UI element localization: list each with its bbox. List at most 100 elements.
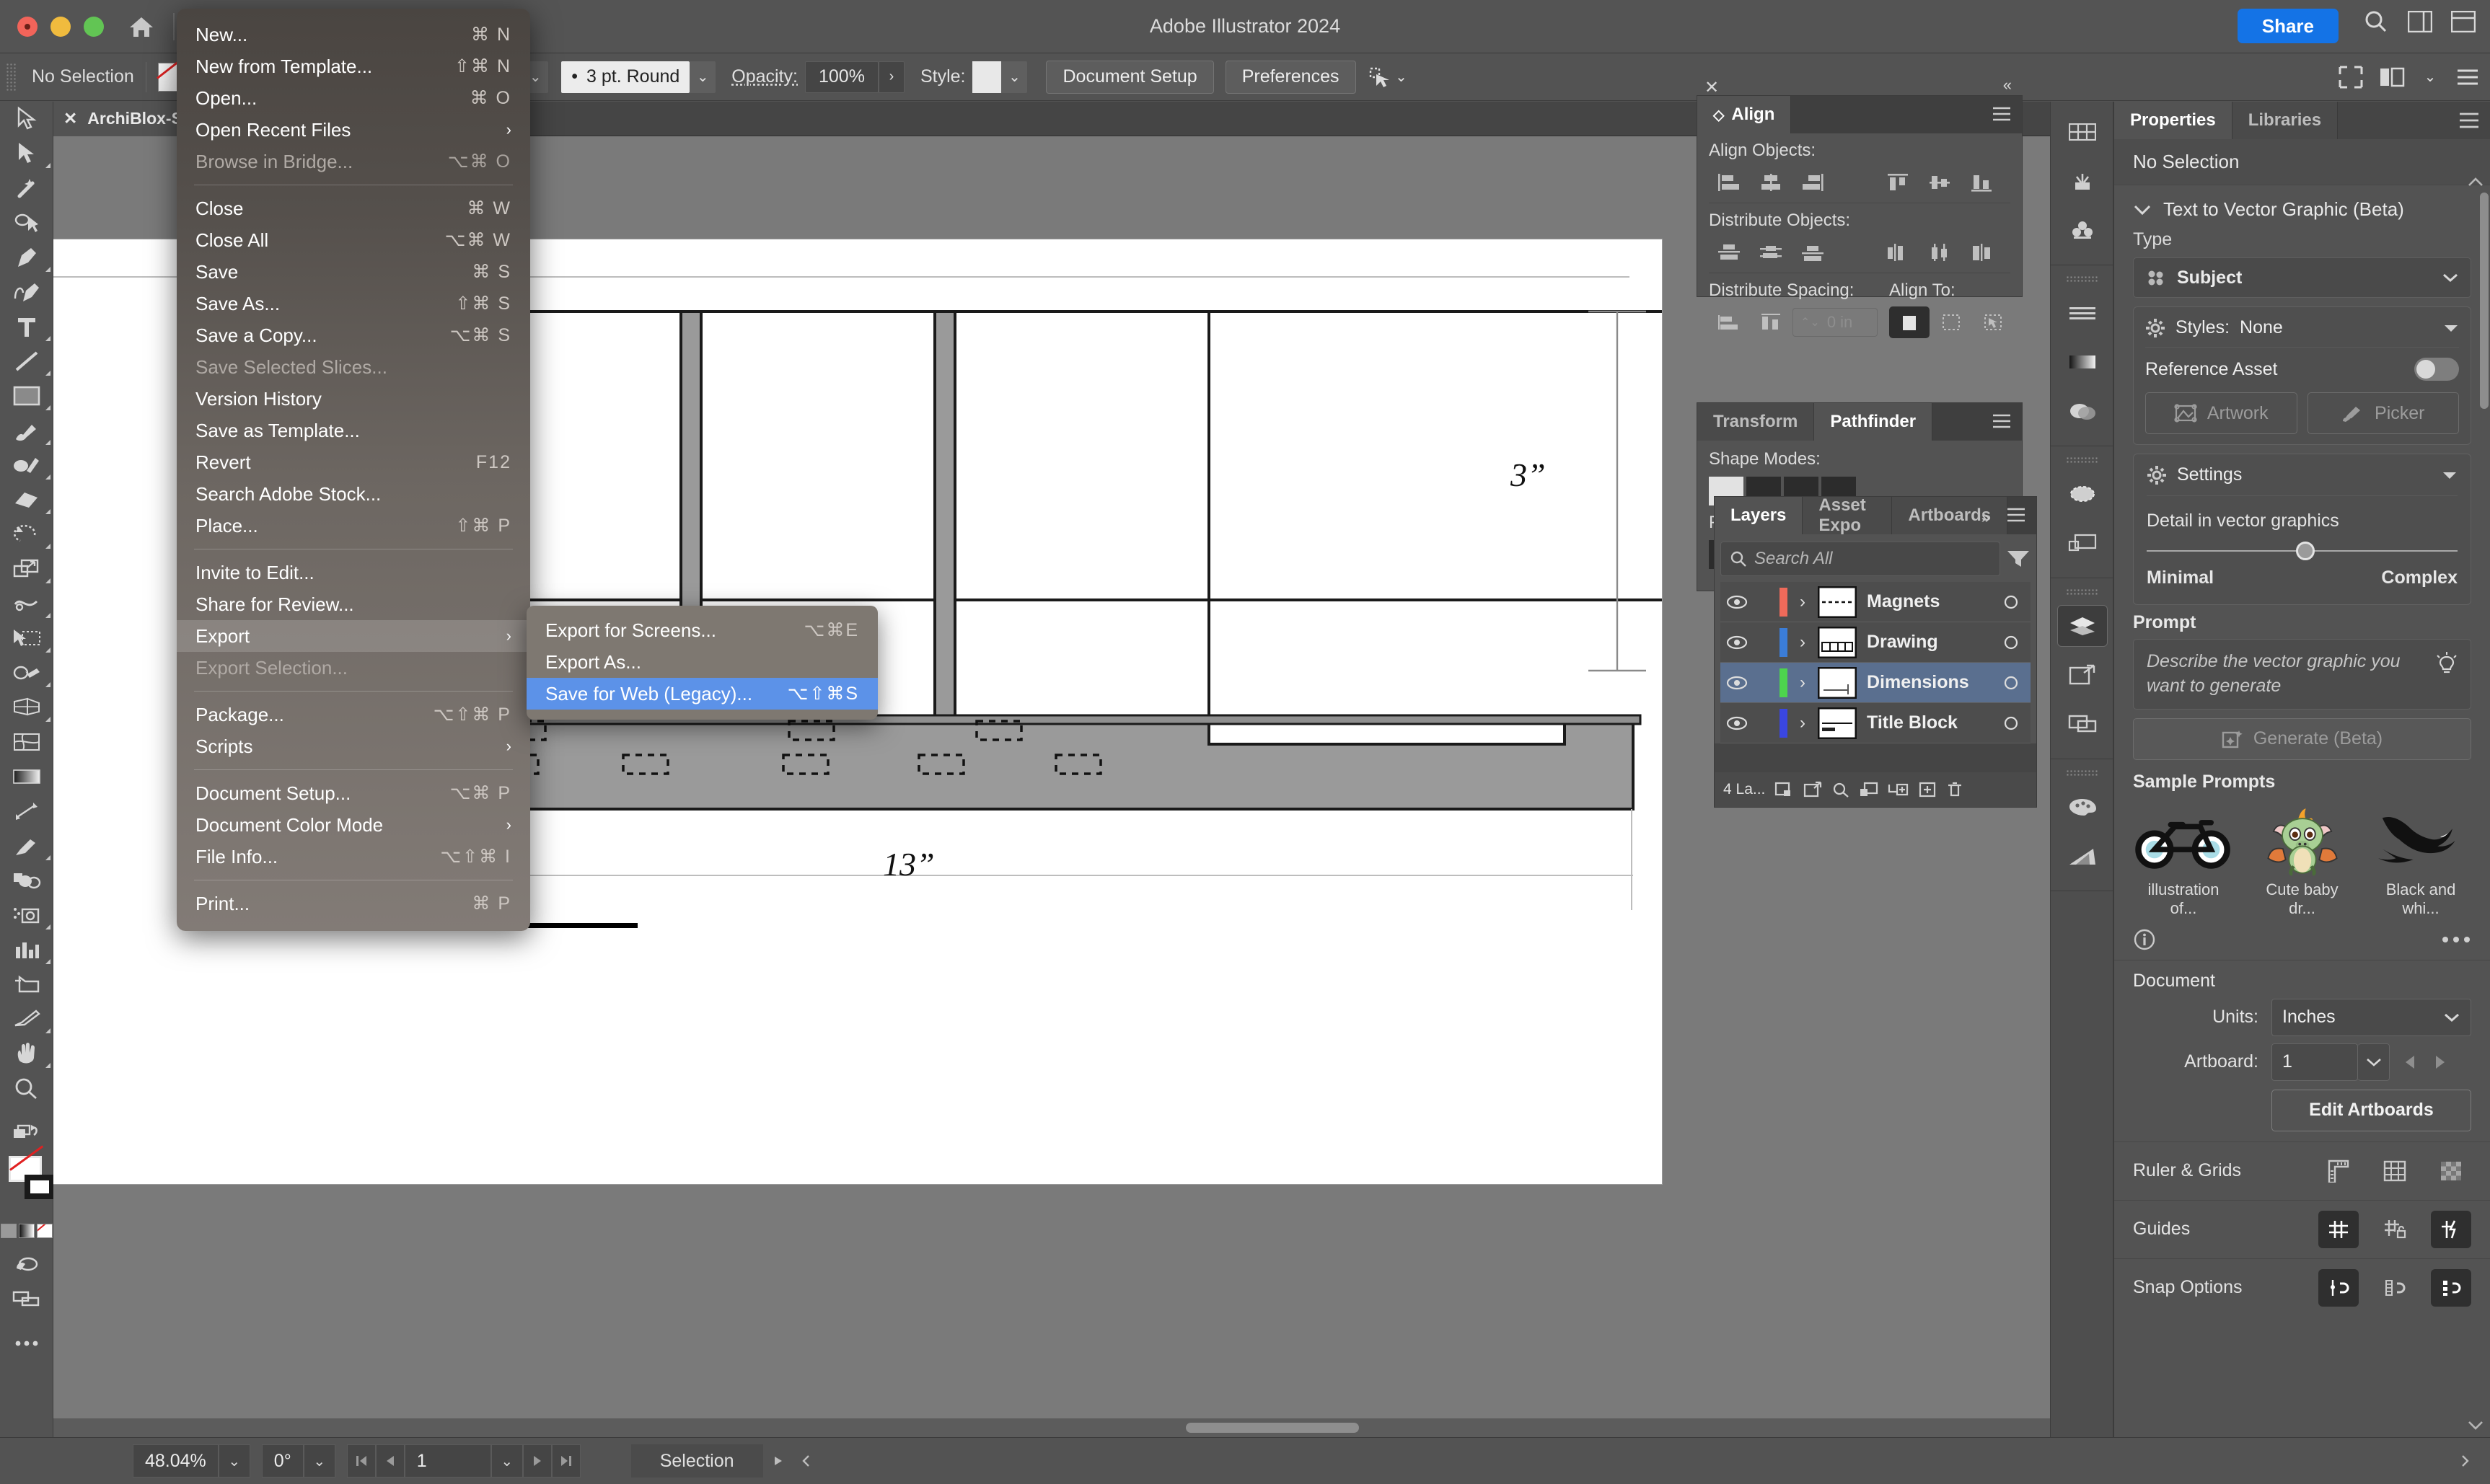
layer-row[interactable]: › Title Block	[1720, 703, 2031, 743]
tool-type[interactable]	[0, 309, 53, 344]
menu-item-revert[interactable]: Revert F12	[177, 446, 530, 478]
menu-item-open[interactable]: Open... ⌘ O	[177, 82, 530, 114]
generate-button[interactable]: Generate (Beta)	[2133, 717, 2471, 760]
export-submenu[interactable]: Export for Screens... ⌥⌘E Export As... Save…	[527, 606, 878, 720]
tool-blob-brush[interactable]	[0, 863, 53, 898]
artboard-dropdown[interactable]: ⌄	[490, 1444, 523, 1478]
opacity-flyout[interactable]: ›	[878, 61, 905, 93]
previous-artboard-button[interactable]	[375, 1444, 405, 1478]
snap-to-glyph-icon[interactable]	[2431, 1268, 2471, 1307]
release-icon[interactable]	[1803, 781, 1823, 798]
layer-target-icon[interactable]	[1992, 675, 2031, 691]
distribute-left-button[interactable]	[1878, 237, 1918, 268]
menu-item-document-setup[interactable]: Document Setup... ⌥⌘ P	[177, 777, 530, 809]
close-icon[interactable]: ✕	[63, 109, 77, 128]
filter-icon[interactable]	[2006, 548, 2031, 570]
distribute-vertical-center-button[interactable]	[1751, 237, 1791, 268]
menu-item-close-all[interactable]: Close All ⌥⌘ W	[177, 224, 530, 256]
fill-stroke-controls[interactable]	[0, 1150, 55, 1219]
color-mode-swatches[interactable]	[0, 1219, 53, 1238]
style-dropdown[interactable]: ⌄	[1001, 61, 1028, 93]
distribute-right-button[interactable]	[1961, 237, 2002, 268]
properties-panel-menu-icon[interactable]	[2458, 112, 2480, 129]
stroke-color-swatch[interactable]	[25, 1175, 55, 1199]
menu-item-file-info[interactable]: File Info... ⌥⇧⌘ I	[177, 841, 530, 873]
submenu-item-save-for-web-legacy[interactable]: Save for Web (Legacy)... ⌥⇧⌘S	[527, 678, 878, 710]
status-expand-icon[interactable]	[2457, 1454, 2473, 1468]
asset-export-panel-icon[interactable]	[2051, 650, 2114, 699]
maximize-window-button[interactable]	[84, 16, 104, 37]
tool-eraser[interactable]	[0, 482, 53, 517]
tool-pen[interactable]	[0, 240, 53, 275]
control-bar-grip[interactable]	[6, 62, 16, 92]
arrange-icon[interactable]	[2379, 66, 2405, 89]
menu-item-invite-to-edit[interactable]: Invite to Edit...	[177, 557, 530, 588]
tool-blend[interactable]	[0, 794, 53, 829]
align-to-key-object-button[interactable]	[1973, 306, 2013, 338]
tool-lasso[interactable]	[0, 206, 53, 240]
scroll-up-icon[interactable]	[2467, 177, 2484, 188]
layer-expand-icon[interactable]: ›	[1787, 632, 1818, 653]
type-select[interactable]: Subject	[2133, 257, 2471, 298]
first-artboard-button[interactable]	[346, 1444, 376, 1478]
layers-panel-icon[interactable]	[2051, 601, 2114, 650]
caret-down-icon[interactable]	[2442, 470, 2458, 480]
sample-prompt-item[interactable]: illustration of...	[2133, 801, 2234, 918]
tool-width[interactable]	[0, 586, 53, 621]
more-options-icon[interactable]	[2441, 935, 2471, 944]
align-bottom-button[interactable]	[1961, 167, 2002, 198]
tab-transform[interactable]: Transform	[1697, 403, 1815, 441]
layers-panel-menu-icon[interactable]	[2006, 507, 2026, 523]
layers-panel-overflow-icon[interactable]: »	[1981, 508, 1990, 527]
layer-visibility-icon[interactable]	[1720, 676, 1754, 690]
tab-asset-export[interactable]: Asset Expo	[1803, 497, 1893, 534]
graphic-styles-panel-icon[interactable]	[2051, 518, 2114, 567]
menu-item-share-for-review[interactable]: Share for Review...	[177, 588, 530, 620]
settings-row[interactable]: Settings	[2147, 464, 2458, 485]
screen-mode-icon[interactable]	[2339, 66, 2363, 89]
artwork-button[interactable]: Artwork	[2145, 392, 2297, 434]
last-artboard-button[interactable]	[551, 1444, 581, 1478]
align-panel-close-icon[interactable]: ✕	[1704, 77, 1719, 98]
tab-artboards[interactable]: Artboards	[1892, 497, 2008, 534]
preferences-button[interactable]: Preferences	[1225, 60, 1356, 94]
sample-prompt-item[interactable]: Black and whi...	[2370, 801, 2471, 918]
text-to-vector-section-header[interactable]: Text to Vector Graphic (Beta)	[2114, 185, 2490, 225]
show-grid-icon[interactable]	[2375, 1152, 2415, 1190]
align-left-button[interactable]	[1709, 167, 1749, 198]
tool-magic-wand[interactable]	[0, 171, 53, 206]
rotation-dropdown[interactable]: ⌄	[303, 1444, 335, 1478]
document-setup-button[interactable]: Document Setup	[1046, 60, 1214, 94]
menu-item-package[interactable]: Package... ⌥⇧⌘ P	[177, 699, 530, 730]
align-top-button[interactable]	[1878, 167, 1918, 198]
menu-item-new-from-template[interactable]: New from Template... ⇧⌘ N	[177, 50, 530, 82]
tool-zoom[interactable]	[0, 1071, 53, 1105]
caret-down-icon[interactable]	[2443, 323, 2459, 333]
collect-in-new-layer-icon[interactable]	[1888, 781, 1909, 798]
menu-item-save-as[interactable]: Save As... ⇧⌘ S	[177, 288, 530, 319]
menu-item-save-as-template[interactable]: Save as Template...	[177, 415, 530, 446]
detail-slider[interactable]	[2147, 540, 2458, 562]
next-artboard-button[interactable]	[2432, 1054, 2447, 1070]
reference-asset-toggle[interactable]	[2414, 358, 2459, 381]
locate-object-icon[interactable]	[1831, 781, 1850, 798]
menu-item-new[interactable]: New... ⌘ N	[177, 19, 530, 50]
menu-item-save-a-copy[interactable]: Save a Copy... ⌥⌘ S	[177, 319, 530, 351]
stroke-panel-icon[interactable]	[2051, 288, 2114, 337]
align-panel-menu-icon[interactable]	[1992, 106, 2012, 122]
edit-artboards-button[interactable]: Edit Artboards	[2271, 1089, 2471, 1131]
artboard-field[interactable]: 1	[2271, 1043, 2358, 1081]
tool-scale[interactable]	[0, 552, 53, 586]
create-sublayer-icon[interactable]	[1859, 781, 1879, 798]
properties-scrollbar[interactable]	[2480, 171, 2489, 510]
tool-edit-toolbar[interactable]	[0, 1116, 53, 1150]
close-window-button[interactable]	[17, 16, 38, 37]
color-swatch-solid[interactable]	[0, 1224, 17, 1238]
artboard-number-field[interactable]: 1	[404, 1444, 491, 1478]
share-button[interactable]: Share	[2237, 9, 2339, 43]
appearance-panel-icon[interactable]	[2051, 469, 2114, 518]
arrange-documents-icon[interactable]	[2451, 11, 2476, 32]
menu-item-version-history[interactable]: Version History	[177, 383, 530, 415]
layer-expand-icon[interactable]: ›	[1787, 592, 1818, 612]
tool-eyedropper[interactable]	[0, 829, 53, 863]
